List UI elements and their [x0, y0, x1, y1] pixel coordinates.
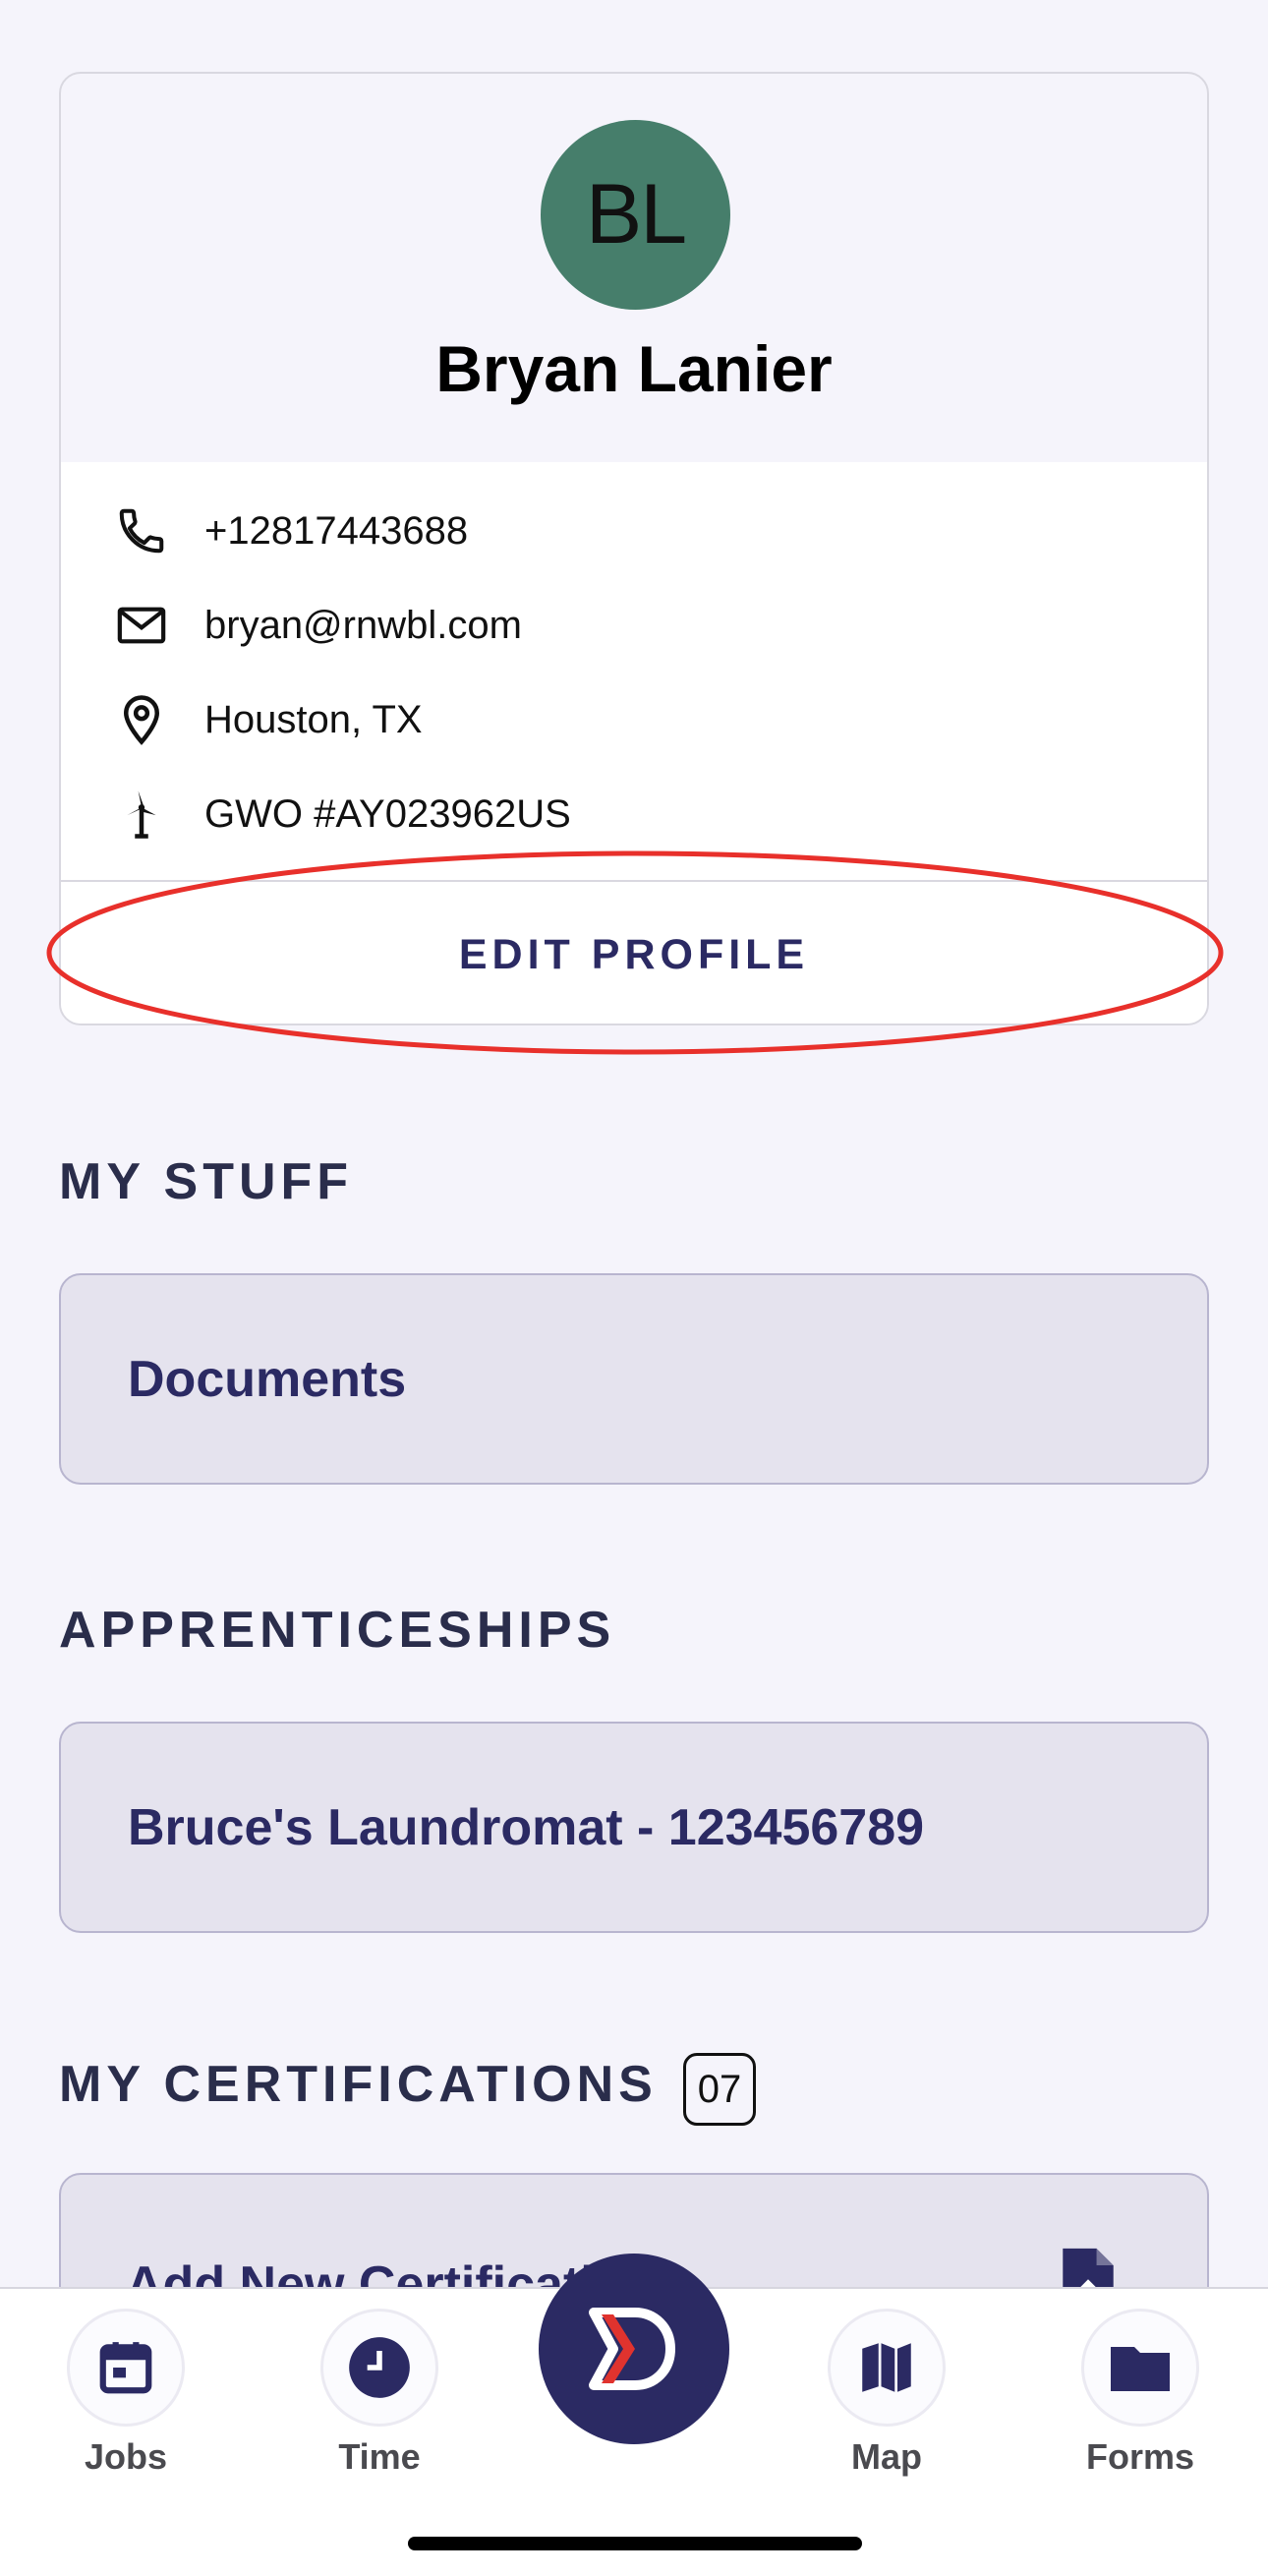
avatar: BL: [541, 120, 730, 310]
email-row[interactable]: bryan@rnwbl.com: [61, 591, 1207, 660]
logo-icon: [589, 2308, 675, 2390]
email-address: bryan@rnwbl.com: [204, 603, 522, 647]
phone-icon: [112, 501, 171, 560]
calendar-icon: [99, 2342, 152, 2394]
tab-forms[interactable]: Forms: [1052, 2309, 1229, 2486]
map-pin-icon: [112, 690, 171, 749]
tab-time[interactable]: Time: [291, 2309, 468, 2486]
certifications-count-badge: 07: [683, 2053, 756, 2126]
home-logo-button[interactable]: [539, 2254, 729, 2444]
phone-number: +12817443688: [204, 508, 469, 553]
edit-profile-button[interactable]: EDIT PROFILE: [61, 882, 1207, 1024]
tab-forms-label: Forms: [1085, 2436, 1195, 2477]
phone-row[interactable]: +12817443688: [61, 497, 1207, 565]
mail-icon: [112, 596, 171, 655]
avatar-initials: BL: [585, 167, 687, 262]
documents-label: Documents: [128, 1350, 407, 1408]
apprenticeships-heading: APPRENTICESHIPS: [59, 1602, 616, 1659]
gwo-row: GWO #AY023962US: [61, 780, 1207, 849]
tab-jobs[interactable]: Jobs: [37, 2309, 214, 2486]
tab-time-label: Time: [338, 2436, 421, 2477]
profile-card: BL Bryan Lanier +12817443688 bryan@rnwbl…: [59, 72, 1209, 1025]
tab-jobs-label: Jobs: [84, 2436, 168, 2477]
apprenticeship-label: Bruce's Laundromat - 123456789: [128, 1798, 925, 1856]
apprenticeship-item[interactable]: Bruce's Laundromat - 123456789: [59, 1722, 1209, 1933]
location-text: Houston, TX: [204, 697, 423, 741]
profile-name: Bryan Lanier: [435, 332, 833, 405]
clock-icon: [349, 2337, 410, 2398]
documents-button[interactable]: Documents: [59, 1273, 1209, 1485]
tab-time-circle: [320, 2309, 438, 2427]
home-indicator: [408, 2537, 862, 2550]
wind-turbine-icon: [112, 785, 171, 844]
tab-forms-circle: [1081, 2309, 1199, 2427]
folder-icon: [1111, 2347, 1170, 2391]
certifications-heading: MY CERTIFICATIONS: [59, 2056, 658, 2113]
tab-jobs-circle: [67, 2309, 185, 2427]
location-row: Houston, TX: [61, 685, 1207, 754]
tab-map-label: Map: [851, 2436, 922, 2477]
tab-map[interactable]: Map: [798, 2309, 975, 2486]
map-icon: [862, 2343, 911, 2392]
my-stuff-heading: MY STUFF: [59, 1153, 354, 1210]
tab-map-circle: [828, 2309, 946, 2427]
gwo-number: GWO #AY023962US: [204, 791, 571, 836]
